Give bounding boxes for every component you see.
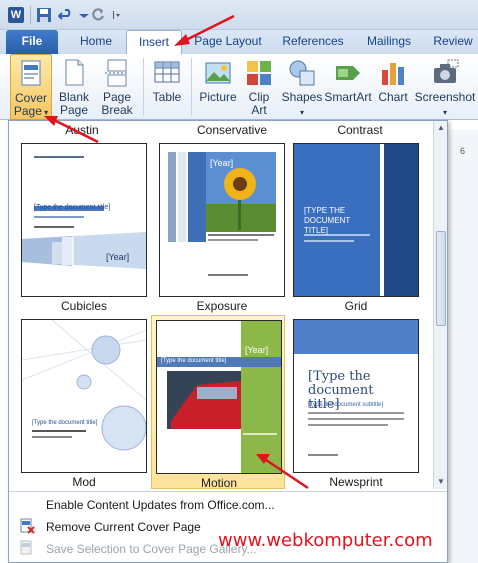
screenshot-dropdown-icon: ▾ bbox=[442, 108, 447, 117]
scroll-up-icon[interactable]: ▲ bbox=[437, 123, 445, 132]
tab-references[interactable]: References bbox=[276, 30, 350, 54]
qat-separator bbox=[30, 6, 31, 24]
cubicles-preview bbox=[22, 156, 146, 269]
quick-access-toolbar: W bbox=[0, 0, 478, 30]
clip-art-label-2: Art bbox=[251, 103, 267, 117]
smartart-icon bbox=[336, 66, 360, 80]
shapes-label: Shapes bbox=[281, 90, 323, 104]
save-icon[interactable] bbox=[36, 7, 52, 23]
watermark-text: www.webkomputer.com bbox=[218, 530, 433, 551]
cover-name-label: Grid bbox=[344, 299, 368, 313]
redo-icon[interactable] bbox=[90, 7, 106, 23]
shapes-icon bbox=[289, 60, 315, 86]
cover-thumbnail: [Year] bbox=[159, 143, 285, 297]
mod-preview bbox=[21, 319, 147, 451]
remove-cover-page-item[interactable]: Remove Current Cover Page bbox=[46, 520, 201, 534]
chart-label: Chart bbox=[378, 90, 408, 104]
clip-art-icon bbox=[247, 61, 271, 85]
cover-name-label: Exposure bbox=[196, 299, 248, 313]
customize-qat-icon[interactable] bbox=[110, 7, 126, 23]
cover-exposure[interactable]: [Year] Exposure bbox=[159, 143, 285, 315]
cover-label-conservative[interactable]: Conservative bbox=[169, 123, 295, 137]
gallery-scrollbar[interactable]: ▲ ▼ bbox=[433, 121, 447, 489]
table-label: Table bbox=[152, 90, 182, 104]
cover-year-text: [Year] bbox=[106, 252, 130, 262]
table-icon bbox=[154, 61, 180, 83]
smartart-label: SmartArt bbox=[324, 90, 372, 104]
page-break-label-1: Page bbox=[102, 90, 132, 104]
scroll-down-icon[interactable]: ▼ bbox=[437, 477, 445, 486]
cover-mod[interactable]: [Type the document title] Mod bbox=[21, 319, 147, 491]
ribbon-separator bbox=[143, 58, 144, 116]
cover-name-label: Mod bbox=[72, 475, 96, 489]
cover-cubicles[interactable]: [Type the document title] [Year] Cubicle… bbox=[21, 143, 147, 315]
clip-art-label-1: Clip bbox=[248, 90, 270, 104]
cover-page-button[interactable]: Cover Page ▾ bbox=[10, 54, 52, 120]
tab-review[interactable]: Review bbox=[428, 30, 478, 54]
chart-button[interactable]: Chart bbox=[374, 54, 412, 120]
cover-page-gallery: Austin Conservative Contrast [Type the d… bbox=[8, 120, 448, 563]
cover-thumbnail: [Type the document title] bbox=[21, 319, 147, 473]
cover-year-text: [Year] bbox=[210, 158, 234, 168]
cover-label-contrast[interactable]: Contrast bbox=[297, 123, 423, 137]
ribbon-separator bbox=[191, 58, 192, 116]
shapes-dropdown-icon: ▾ bbox=[299, 108, 304, 117]
vertical-ruler: 6 bbox=[448, 130, 478, 563]
cover-page-icon bbox=[21, 60, 41, 86]
insert-ribbon: Cover Page ▾ Blank Page Page Break Table… bbox=[0, 54, 478, 120]
chart-icon bbox=[382, 63, 404, 85]
ribbon-tabs: File Home Insert Page Layout References … bbox=[0, 30, 478, 55]
tab-home[interactable]: Home bbox=[66, 30, 126, 54]
picture-label: Picture bbox=[199, 90, 237, 104]
word-app-icon[interactable]: W bbox=[8, 7, 24, 23]
screenshot-label: Screenshot bbox=[414, 90, 476, 104]
smartart-button[interactable]: SmartArt bbox=[324, 54, 372, 120]
blank-page-icon bbox=[65, 59, 84, 86]
page-break-button[interactable]: Page Break bbox=[96, 54, 138, 120]
arrow-to-motion-icon bbox=[256, 454, 309, 490]
screenshot-icon bbox=[434, 59, 459, 83]
enable-content-updates-item[interactable]: Enable Content Updates from Office.com..… bbox=[46, 498, 275, 512]
save-to-gallery-icon bbox=[20, 540, 32, 555]
cover-name-label: Cubicles bbox=[60, 299, 108, 313]
picture-icon bbox=[205, 62, 231, 84]
cover-year-text: [Year] bbox=[245, 345, 269, 355]
cover-title-text: [Type the document title] bbox=[34, 204, 111, 211]
page-break-icon bbox=[105, 59, 129, 87]
remove-cover-page-icon bbox=[20, 518, 35, 534]
scroll-thumb[interactable] bbox=[436, 231, 446, 326]
picture-button[interactable]: Picture bbox=[196, 54, 240, 120]
clip-art-button[interactable]: Clip Art bbox=[242, 54, 276, 120]
ruler-mark: 6 bbox=[460, 146, 466, 156]
cover-title-text: [TYPE THE DOCUMENT TITLE] bbox=[304, 206, 351, 235]
screenshot-button[interactable]: Screenshot ▾ bbox=[414, 54, 476, 120]
arrow-to-insert-icon bbox=[174, 14, 235, 46]
cover-thumbnail: [TYPE THE DOCUMENT TITLE] bbox=[293, 143, 419, 297]
cover-page-label-2: Page bbox=[13, 104, 42, 118]
cover-title-text: [Type the document title] bbox=[32, 420, 98, 426]
cover-subtitle-text: [Type the document subtitle] bbox=[308, 402, 384, 408]
cover-title-text: [Type the document title] bbox=[161, 358, 227, 364]
cover-grid[interactable]: [TYPE THE DOCUMENT TITLE] Grid bbox=[293, 143, 419, 315]
page-break-label-2: Break bbox=[101, 103, 133, 117]
shapes-button[interactable]: Shapes ▾ bbox=[280, 54, 324, 120]
blank-page-button[interactable]: Blank Page bbox=[54, 54, 94, 120]
table-button[interactable]: Table bbox=[148, 54, 186, 120]
tab-file[interactable]: File bbox=[6, 30, 58, 54]
arrow-to-cover-page-icon bbox=[44, 116, 99, 144]
tab-mailings[interactable]: Mailings bbox=[358, 30, 420, 54]
blank-page-label-1: Blank bbox=[58, 90, 90, 104]
undo-icon[interactable] bbox=[58, 7, 74, 23]
menu-divider bbox=[9, 491, 447, 492]
cover-thumbnail: [Type the document title] [Year] bbox=[21, 143, 147, 297]
cover-page-label-1: Cover bbox=[14, 91, 47, 105]
